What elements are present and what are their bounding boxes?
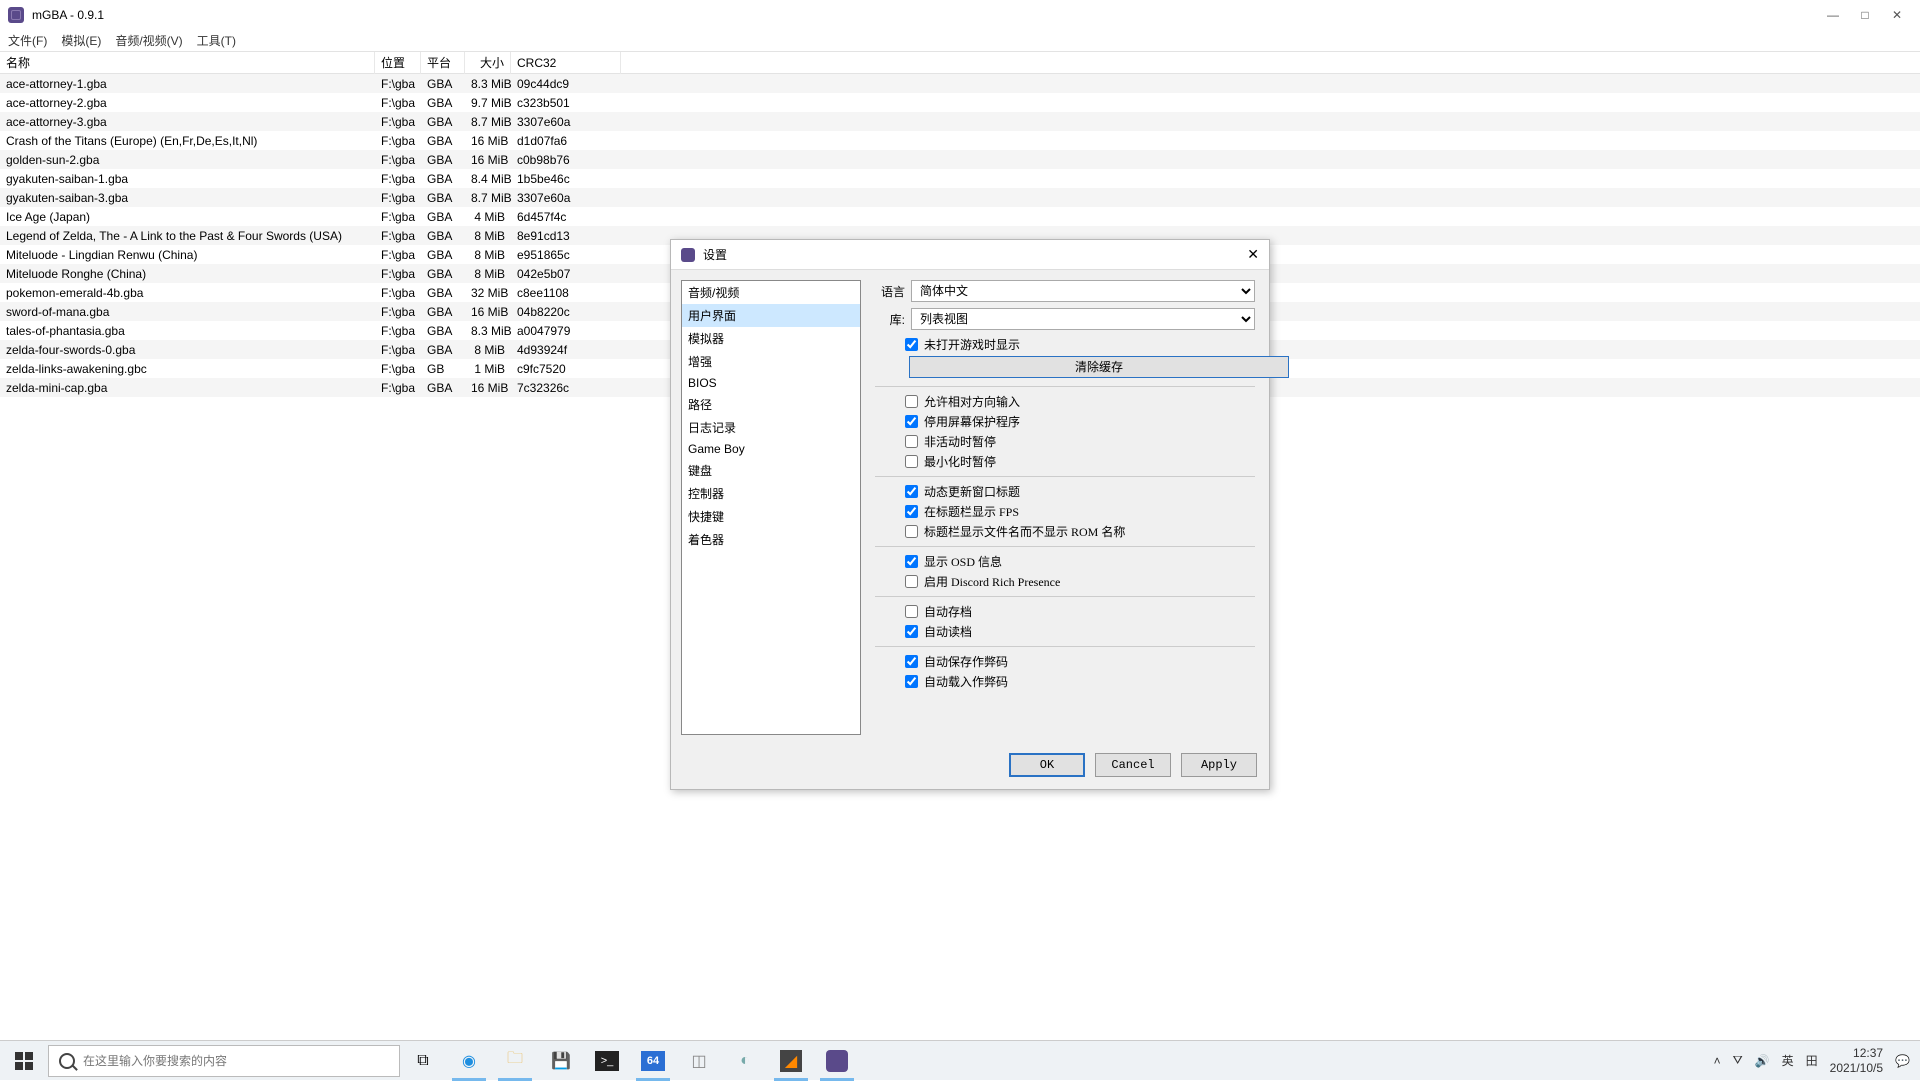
settings-category-list: 音频/视频用户界面模拟器增强BIOS路径日志记录Game Boy键盘控制器快捷键… [681,280,861,735]
start-button[interactable] [0,1041,48,1081]
taskbar-app-edge[interactable]: ◉ [446,1041,492,1081]
menu-emulation[interactable]: 模拟(E) [61,32,101,49]
settings-tab[interactable]: 着色器 [682,528,860,551]
ok-button[interactable]: OK [1009,753,1085,777]
cancel-button[interactable]: Cancel [1095,753,1171,777]
system-tray: ˄ ⛛ 🔊 英 田 12:37 2021/10/5 💬 [1714,1046,1920,1075]
chk-auto-save-cheats[interactable] [905,655,918,668]
settings-tab[interactable]: 快捷键 [682,505,860,528]
table-row[interactable]: gyakuten-saiban-3.gbaF:\gbaGBA8.7 MiB330… [0,188,1920,207]
table-row[interactable]: golden-sun-2.gbaF:\gbaGBA16 MiBc0b98b76 [0,150,1920,169]
table-row[interactable]: Ice Age (Japan)F:\gbaGBA4 MiB6d457f4c [0,207,1920,226]
settings-tab[interactable]: 用户界面 [682,304,860,327]
settings-tab[interactable]: 键盘 [682,459,860,482]
notifications-icon[interactable]: 💬 [1895,1054,1910,1068]
minimize-button[interactable]: — [1826,8,1840,22]
chk-auto-load-cheats[interactable] [905,675,918,688]
ime-mode[interactable]: 田 [1806,1052,1818,1069]
table-header[interactable]: 名称 位置 平台 大小 CRC32 [0,52,1920,74]
clock[interactable]: 12:37 2021/10/5 [1830,1046,1883,1075]
dialog-icon [681,248,695,262]
taskbar-app-save[interactable]: 💾 [538,1041,584,1081]
taskbar-search[interactable]: 在这里输入你要搜索的内容 [48,1045,400,1077]
language-select[interactable]: 简体中文 [911,280,1255,302]
window-titlebar: mGBA - 0.9.1 — □ ✕ [0,0,1920,30]
settings-tab[interactable]: 控制器 [682,482,860,505]
settings-tab[interactable]: 路径 [682,393,860,416]
volume-icon[interactable]: 🔊 [1755,1054,1770,1068]
settings-tab[interactable]: 增强 [682,350,860,373]
chk-auto-load[interactable] [905,625,918,638]
col-platform[interactable]: 平台 [421,52,465,74]
chk-pause-inactive[interactable] [905,435,918,448]
chk-fps-title[interactable] [905,505,918,518]
menu-audio-video[interactable]: 音频/视频(V) [115,32,182,49]
maximize-button[interactable]: □ [1858,8,1872,22]
search-placeholder: 在这里输入你要搜索的内容 [83,1052,227,1069]
chk-allow-relative-input[interactable] [905,395,918,408]
settings-tab[interactable]: 模拟器 [682,327,860,350]
chk-dynamic-title[interactable] [905,485,918,498]
app-icon [8,7,24,23]
chk-disable-screensaver[interactable] [905,415,918,428]
dialog-title: 设置 [703,246,1247,263]
taskbar: 在这里输入你要搜索的内容 ⧉ ◉ 🗀 💾 >_ 64 ◫ ◐ ◢ ˄ ⛛ 🔊 英… [0,1040,1920,1080]
menubar: 文件(F) 模拟(E) 音频/视频(V) 工具(T) [0,30,1920,52]
search-icon [59,1053,75,1069]
ime-lang[interactable]: 英 [1782,1052,1794,1069]
settings-dialog: 设置 ✕ 音频/视频用户界面模拟器增强BIOS路径日志记录Game Boy键盘控… [670,239,1270,790]
chk-pause-minimized[interactable] [905,455,918,468]
clear-cache-button[interactable]: 清除缓存 [909,356,1289,378]
wifi-icon[interactable]: ⛛ [1733,1053,1743,1068]
settings-tab[interactable]: Game Boy [682,439,860,459]
table-row[interactable]: gyakuten-saiban-1.gbaF:\gbaGBA8.4 MiB1b5… [0,169,1920,188]
dialog-close-button[interactable]: ✕ [1247,246,1259,263]
apply-button[interactable]: Apply [1181,753,1257,777]
chk-auto-save[interactable] [905,605,918,618]
table-row[interactable]: ace-attorney-2.gbaF:\gbaGBA9.7 MiBc323b5… [0,93,1920,112]
tray-expand-icon[interactable]: ˄ [1714,1054,1721,1068]
taskbar-app-64[interactable]: 64 [630,1041,676,1081]
table-row[interactable]: Crash of the Titans (Europe) (En,Fr,De,E… [0,131,1920,150]
menu-tools[interactable]: 工具(T) [197,32,236,49]
task-view-button[interactable]: ⧉ [400,1041,446,1081]
col-location[interactable]: 位置 [375,52,421,74]
language-label: 语言 [875,283,905,300]
col-crc[interactable]: CRC32 [511,52,621,74]
taskbar-app-misc2[interactable]: ◐ [722,1041,768,1081]
col-size[interactable]: 大小 [465,52,511,74]
taskbar-app-explorer[interactable]: 🗀 [492,1041,538,1081]
close-button[interactable]: ✕ [1890,8,1904,22]
settings-tab[interactable]: 音频/视频 [682,281,860,304]
taskbar-app-mgba[interactable] [814,1041,860,1081]
chk-show-osd[interactable] [905,555,918,568]
col-name[interactable]: 名称 [0,52,375,74]
taskbar-app-terminal[interactable]: >_ [584,1041,630,1081]
library-label: 库: [875,311,905,328]
menu-file[interactable]: 文件(F) [8,32,47,49]
table-row[interactable]: ace-attorney-1.gbaF:\gbaGBA8.3 MiB09c44d… [0,74,1920,93]
settings-tab[interactable]: BIOS [682,373,860,393]
taskbar-app-sublime[interactable]: ◢ [768,1041,814,1081]
settings-tab[interactable]: 日志记录 [682,416,860,439]
window-title: mGBA - 0.9.1 [32,8,1826,22]
taskbar-app-misc1[interactable]: ◫ [676,1041,722,1081]
library-select[interactable]: 列表视图 [911,308,1255,330]
chk-filename-title[interactable] [905,525,918,538]
chk-show-no-game[interactable] [905,338,918,351]
table-row[interactable]: ace-attorney-3.gbaF:\gbaGBA8.7 MiB3307e6… [0,112,1920,131]
chk-discord-rich-presence[interactable] [905,575,918,588]
